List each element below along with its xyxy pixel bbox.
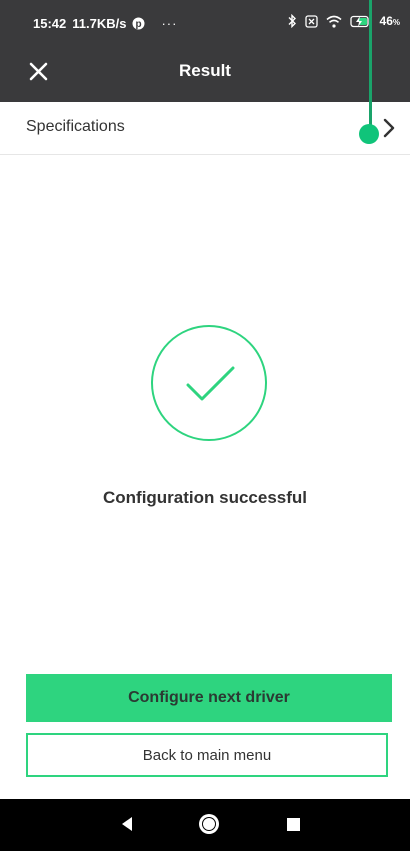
battery-level: 46%	[379, 14, 400, 28]
annotation-marker-line	[369, 0, 372, 126]
nav-recent-icon[interactable]	[287, 818, 300, 836]
configure-next-driver-button[interactable]: Configure next driver	[26, 674, 392, 722]
success-message: Configuration successful	[102, 488, 308, 507]
status-time: 15:42	[33, 16, 67, 31]
status-left: 15:42 11.7KB/s p ···	[33, 16, 177, 31]
status-speed: 11.7KB/s	[72, 16, 127, 31]
status-bar: 15:42 11.7KB/s p ··· 46%	[0, 0, 410, 44]
checkmark-circle-icon	[150, 324, 268, 442]
wifi-icon	[325, 15, 342, 28]
pinterest-icon: p	[132, 17, 145, 30]
app-bar: Result	[0, 44, 410, 102]
specifications-row[interactable]: Specifications	[0, 102, 410, 155]
sim-off-icon	[304, 14, 318, 28]
svg-text:p: p	[136, 19, 142, 30]
nav-back-icon[interactable]	[120, 816, 134, 837]
annotation-marker-dot	[359, 124, 379, 144]
bluetooth-icon	[287, 14, 297, 28]
system-nav-bar	[0, 799, 410, 851]
specifications-label: Specifications	[26, 118, 125, 135]
screen: 15:42 11.7KB/s p ··· 46% Result Specific…	[0, 0, 410, 851]
chevron-right-icon	[382, 118, 396, 138]
back-to-main-menu-button[interactable]: Back to main menu	[26, 733, 388, 777]
page-title: Result	[179, 61, 231, 80]
status-overflow: ···	[161, 16, 178, 31]
status-right: 46%	[287, 14, 400, 28]
nav-home-icon[interactable]	[198, 813, 220, 840]
